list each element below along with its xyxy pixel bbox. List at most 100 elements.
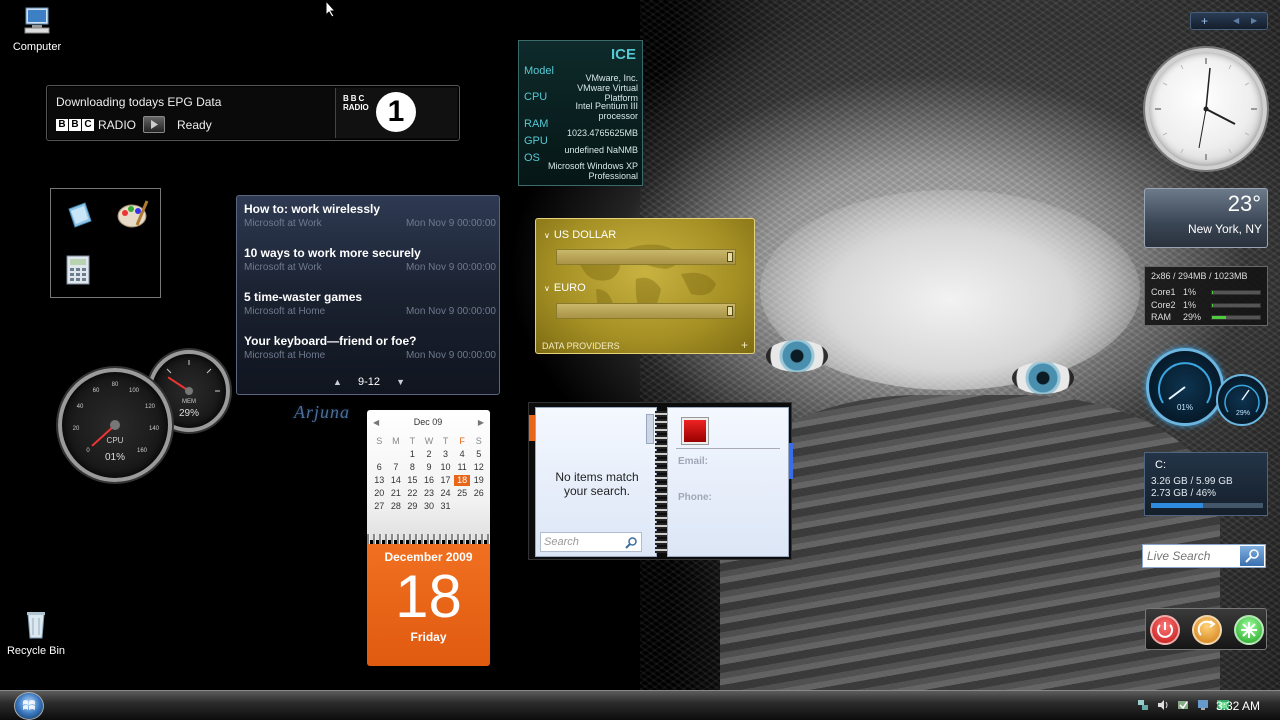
next-gadgets-button[interactable]: ▶ [1251, 16, 1257, 25]
taskbar-clock[interactable]: 3:32 AM [1216, 699, 1260, 713]
calendar-day-cell[interactable]: 26 [470, 488, 487, 499]
calendar-prev-month[interactable]: ◀ [373, 418, 379, 427]
calendar-day-cell[interactable]: 31 [437, 501, 454, 512]
feed-next-button[interactable]: ▼ [396, 377, 405, 387]
feed-item[interactable]: Your keyboard—friend or foe? Microsoft a… [244, 334, 496, 361]
calendar-day-cell[interactable]: 18 [453, 475, 471, 486]
bbc-radio-gadget[interactable]: Downloading todays EPG Data BBC RADIO Re… [46, 85, 460, 141]
calendar-day-cell[interactable]: 17 [437, 475, 454, 486]
bbc-station-panel[interactable]: BBC RADIO 1 [335, 88, 457, 138]
shutdown-button[interactable] [1150, 615, 1180, 645]
play-button[interactable] [143, 116, 165, 133]
calendar-day-cell[interactable]: 28 [388, 501, 405, 512]
calendar-day-cell[interactable]: 25 [454, 488, 471, 499]
calendar-day-cell[interactable]: 4 [454, 449, 471, 460]
network-tray-icon[interactable] [1136, 698, 1150, 712]
calendar-next-month[interactable]: ▶ [478, 418, 484, 427]
notepad-icon[interactable] [63, 199, 95, 231]
search-icon[interactable] [625, 536, 638, 549]
calendar-day-view[interactable]: December 2009 18 Friday [367, 544, 490, 666]
calendar-day-cell[interactable]: 5 [470, 449, 487, 460]
feed-prev-button[interactable]: ▲ [333, 377, 342, 387]
calendar-gadget[interactable]: ◀ Dec 09 ▶ SMTWTFS 1 2 3 4 5 6 7 8 9 10 11 12 13 14 15… [367, 410, 490, 666]
calendar-day-cell [470, 501, 487, 512]
core1-label: Core1 [1151, 287, 1176, 297]
log-off-button[interactable] [1234, 615, 1264, 645]
display-tray-icon[interactable] [1196, 698, 1210, 712]
live-search-input[interactable] [1143, 545, 1239, 567]
contact-photo-icon [682, 418, 708, 444]
currency-second-row[interactable]: ∨ EURO [544, 282, 586, 294]
calendar-day-cell[interactable]: 9 [421, 462, 438, 473]
computer-label: Computer [12, 41, 62, 53]
feed-item[interactable]: How to: work wirelessly Microsoft at Wor… [244, 202, 496, 229]
mem-blue-gauge: 29% [1216, 374, 1268, 426]
calendar-day-cell[interactable]: 29 [404, 501, 421, 512]
watermark-text: Arjuna [294, 402, 351, 422]
bbc-radio-logo: BBC RADIO [56, 118, 136, 132]
weather-city: New York, NY [1187, 222, 1262, 236]
feed-item[interactable]: 5 time-waster games Microsoft at Home Mon… [244, 290, 496, 317]
volume-tray-icon[interactable] [1156, 698, 1170, 712]
feed-item-title: 10 ways to work more securely [244, 246, 421, 260]
calendar-day-cell[interactable]: 23 [421, 488, 438, 499]
add-gadget-button[interactable]: + [1201, 14, 1208, 28]
contacts-scrollbar[interactable] [646, 414, 654, 444]
contacts-search-box[interactable]: Search [540, 532, 642, 552]
calendar-day-cell[interactable]: 7 [388, 462, 405, 473]
core1-value: 1% [1183, 287, 1197, 297]
calendar-day-cell[interactable]: 20 [371, 488, 388, 499]
log-off-icon [1241, 622, 1257, 638]
svg-text:140: 140 [149, 426, 160, 432]
weather-gadget[interactable]: 23° New York, NY [1144, 188, 1268, 248]
restart-button[interactable] [1192, 615, 1222, 645]
safely-remove-tray-icon[interactable] [1176, 698, 1190, 712]
computer-desktop-icon[interactable]: Computer [2, 4, 72, 53]
calendar-day-cell[interactable]: 30 [421, 501, 438, 512]
currency-first-field[interactable] [556, 249, 736, 265]
calendar-day-cell[interactable]: 27 [371, 501, 388, 512]
currency-gadget: ∨ US DOLLAR ∨ EURO DATA PROVIDERS + [535, 218, 755, 354]
contacts-tab-blue[interactable] [789, 443, 793, 479]
start-button[interactable] [14, 692, 44, 720]
calendar-day-cell[interactable]: 6 [371, 462, 388, 473]
calendar-day-cell[interactable]: 8 [404, 462, 421, 473]
calendar-day-cell[interactable]: 10 [437, 462, 454, 473]
radio-one-logo: 1 [376, 92, 416, 132]
calendar-day-cell[interactable]: 12 [470, 462, 487, 473]
paint-icon[interactable] [115, 199, 149, 231]
calendar-day-cell[interactable]: 14 [388, 475, 405, 486]
drive-usage-line1: 3.26 GB / 5.99 GB [1151, 476, 1233, 487]
cpu-blue-gauge: 01% [1146, 348, 1224, 426]
sidebar-controls: + ◀ ▶ [1190, 12, 1268, 30]
calendar-day-cell[interactable]: 19 [470, 475, 487, 486]
data-providers-link[interactable]: DATA PROVIDERS [542, 341, 620, 351]
calendar-day-cell[interactable]: 13 [371, 475, 388, 486]
live-search-gadget[interactable] [1142, 544, 1266, 568]
calendar-day-cell[interactable]: 11 [454, 462, 471, 473]
calendar-month-view[interactable]: ◀ Dec 09 ▶ SMTWTFS 1 2 3 4 5 6 7 8 9 10 11 12 13 14 15… [367, 410, 490, 540]
calendar-day-cell[interactable]: 2 [421, 449, 438, 460]
cpu-gauge-value: 01% [104, 452, 125, 463]
cpu-meter-gadget: 2x86 / 294MB / 1023MB Core1 1% Core2 1% … [1144, 266, 1268, 326]
currency-second-field[interactable] [556, 303, 736, 319]
calendar-day-cell[interactable]: 22 [404, 488, 421, 499]
calculator-icon[interactable] [65, 255, 91, 285]
currency-first-row[interactable]: ∨ US DOLLAR [544, 229, 616, 241]
feed-item[interactable]: 10 ways to work more securely Microsoft … [244, 246, 496, 273]
currency-second-label: EURO [553, 282, 586, 294]
system-info-gadget: ICE Model VMware, Inc. VMware Virtual Pl… [518, 40, 643, 186]
contacts-detail-page: Email: Phone: [667, 407, 789, 557]
core2-value: 1% [1183, 300, 1197, 310]
recycle-bin-desktop-icon[interactable]: Recycle Bin [1, 608, 71, 657]
live-search-button[interactable] [1240, 546, 1264, 566]
calendar-day-cell[interactable]: 3 [437, 449, 454, 460]
calendar-weekday-cell: S [475, 436, 482, 446]
calendar-day-cell[interactable]: 1 [404, 449, 421, 460]
calendar-day-cell[interactable]: 24 [437, 488, 454, 499]
previous-gadgets-button[interactable]: ◀ [1233, 16, 1239, 25]
calendar-day-cell[interactable]: 15 [404, 475, 421, 486]
add-currency-button[interactable]: + [741, 338, 748, 352]
calendar-day-cell[interactable]: 16 [421, 475, 438, 486]
calendar-day-cell[interactable]: 21 [388, 488, 405, 499]
